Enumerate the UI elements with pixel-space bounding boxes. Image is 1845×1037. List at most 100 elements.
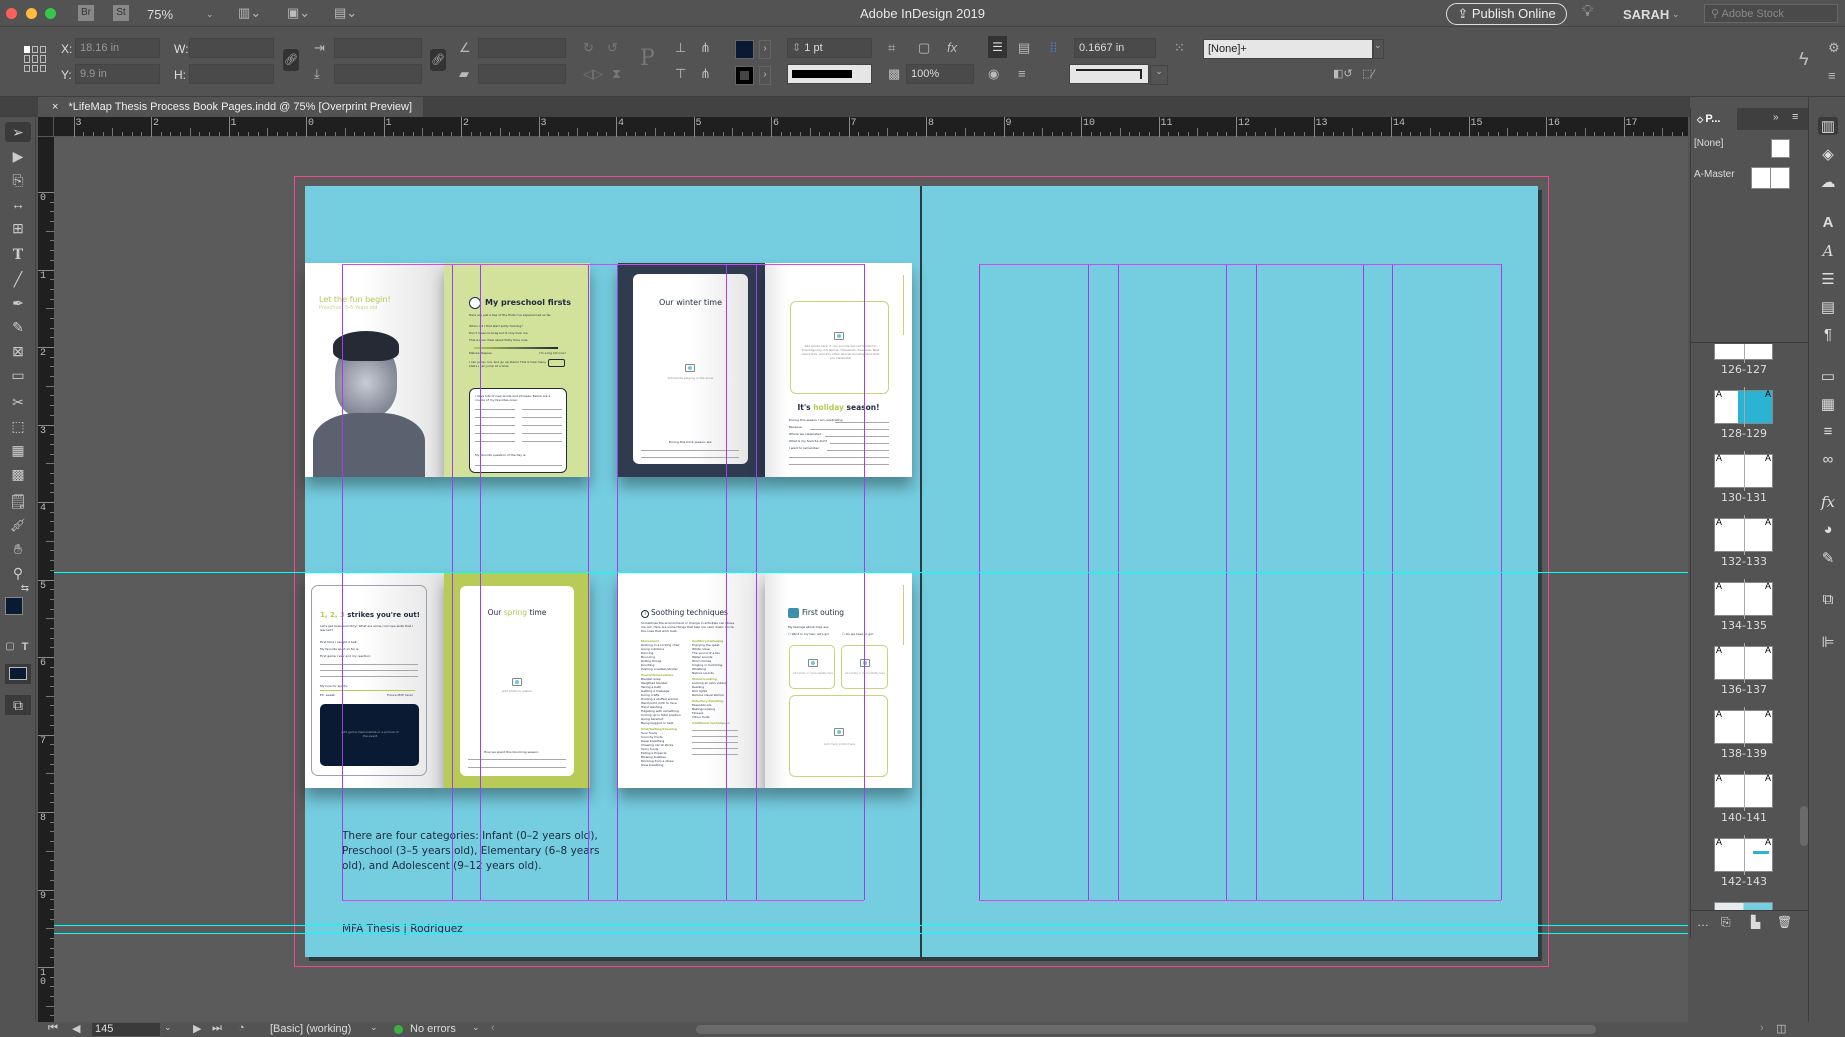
master-a[interactable]: A-Master (1694, 169, 1735, 180)
scale-x-field[interactable] (334, 38, 422, 58)
stroke-weight-field[interactable]: ⇕ 1 pt (787, 38, 872, 58)
page-spread-item[interactable]: A A 130-131 (1691, 451, 1799, 514)
page-size-icon[interactable]: ⎘ (1721, 915, 1731, 930)
eyedropper-tool-icon[interactable]: 💉︎ (5, 515, 31, 535)
align-icon[interactable]: ⊫ (1818, 633, 1838, 651)
panel-menu-icon[interactable]: ≡ (1792, 111, 1798, 123)
formatting-container-icon[interactable]: ▢ (3, 637, 17, 657)
select-previous-icon[interactable]: ⊤ (675, 66, 686, 82)
scroll-left-icon[interactable]: ‹ (491, 1022, 495, 1034)
page-spread-item[interactable]: A A 142-143 (1691, 835, 1799, 898)
apply-color-icon[interactable] (5, 664, 31, 684)
close-window-button[interactable] (6, 8, 17, 19)
pages-panel-icon[interactable]: ▥ (1818, 117, 1838, 135)
stroke-swatch[interactable] (735, 66, 754, 85)
publish-online-button[interactable]: ⇪ Publish Online (1446, 3, 1567, 25)
links-icon[interactable]: ∞ (1818, 451, 1838, 468)
stroke-menu-chevron-icon[interactable]: › (759, 66, 771, 85)
chevron-down-icon[interactable]: ⌄ (1373, 39, 1384, 59)
scale-y-field[interactable] (334, 64, 422, 84)
y-field[interactable]: 9.9 in (75, 64, 160, 84)
quick-apply-lightning-icon[interactable]: ϟ (1799, 50, 1809, 68)
gradient-swatch-tool-icon[interactable]: ▦ (5, 440, 31, 460)
gear-icon[interactable]: ⚙ (1828, 40, 1840, 56)
document-tab[interactable]: × *LifeMap Thesis Process Book Pages.indd… (38, 97, 423, 117)
free-transform-tool-icon[interactable]: ⬚ (5, 416, 31, 436)
text-wrap-jump-icon[interactable]: ◉ (988, 66, 999, 82)
rotation-field[interactable] (478, 38, 566, 58)
drop-shadow-icon[interactable]: ▢ (918, 40, 930, 56)
split-view-icon[interactable]: ◫ (1776, 1022, 1786, 1035)
page-spread-item[interactable]: A A 134-135 (1691, 579, 1799, 642)
bridge-button[interactable]: Br (78, 5, 94, 21)
master-none[interactable]: [None] (1694, 138, 1723, 149)
h-field[interactable] (189, 64, 274, 84)
horizontal-scrollbar[interactable] (696, 1025, 1596, 1034)
adobe-stock-search[interactable]: ⚲ Adobe Stock (1704, 4, 1838, 23)
fill-menu-chevron-icon[interactable]: › (759, 40, 771, 59)
w-field[interactable] (189, 38, 274, 58)
stock-button[interactable]: St (113, 5, 129, 21)
type-tool-icon[interactable]: T (5, 245, 31, 265)
page-spread-item[interactable]: A A 136-137 (1691, 643, 1799, 706)
object-style-dropdown[interactable]: [None]+ (1203, 39, 1373, 59)
close-tab-icon[interactable]: × (52, 101, 58, 113)
body-text-frame[interactable]: There are four categories: Infant (0–2 y… (342, 829, 612, 874)
swap-colors-icon[interactable]: ⇆ (18, 579, 32, 599)
document-canvas[interactable]: Let the fun begin! Preschool 3–5 Years o… (54, 137, 1688, 1022)
chevron-down-icon[interactable]: ⌄ (472, 1022, 480, 1033)
page-spread-item[interactable]: A A 140-141 (1691, 771, 1799, 834)
maximize-window-button[interactable] (45, 8, 56, 19)
pen-tool-icon[interactable]: ✒ (5, 293, 31, 313)
scroll-right-icon[interactable]: › (1760, 1022, 1764, 1034)
panel-menu-icon[interactable]: ≡ (1828, 68, 1836, 84)
ruler-origin[interactable] (38, 117, 54, 137)
clear-overrides-icon[interactable]: ◧↺ (1333, 66, 1353, 82)
rectangle-frame-tool-icon[interactable]: ⊠ (5, 341, 31, 361)
page-spread-item[interactable]: A A 138-139 (1691, 707, 1799, 770)
delete-page-icon[interactable]: 🗑︎ (1777, 915, 1792, 929)
text-wrap-icon[interactable]: ☰ (1818, 270, 1838, 288)
character-icon[interactable]: A (1818, 214, 1838, 231)
arrange-documents-icon[interactable]: ▤⌄ (334, 5, 357, 21)
gradient-feather-tool-icon[interactable]: ▩ (5, 464, 31, 484)
expand-panel-icon[interactable]: » (1773, 112, 1779, 123)
object-styles-icon[interactable]: ✎ (1818, 549, 1838, 567)
master-a-thumbnail[interactable] (1751, 167, 1790, 189)
zoom-level-dropdown[interactable]: 75% (147, 7, 173, 22)
reference-point-grid[interactable] (24, 46, 50, 72)
text-wrap-bounding-icon[interactable]: ☰ (988, 36, 1007, 58)
rotate-ccw-icon[interactable]: ↺ (607, 40, 618, 56)
direct-selection-tool-icon[interactable]: ▶ (5, 146, 31, 166)
pathfinder-icon[interactable]: ⧉ (1818, 591, 1838, 608)
horizontal-ruler[interactable]: 3 2 1 0 1 2 3 4 5 6 7 8 9 10 11 12 13 14 15 16 17 (38, 117, 1693, 137)
scissors-tool-icon[interactable]: ✂ (5, 392, 31, 412)
page-number-field[interactable]: 145 (91, 1022, 161, 1037)
page-tool-icon[interactable]: ⎘ (5, 170, 31, 190)
cc-libraries-icon[interactable]: ☁ (1818, 173, 1838, 191)
layers-icon[interactable]: ◈ (1818, 145, 1838, 163)
minimize-window-button[interactable] (26, 8, 37, 19)
preflight-status[interactable]: No errors (410, 1023, 456, 1035)
user-menu[interactable]: SARAH (1623, 7, 1669, 22)
constrain-proportions-link-icon[interactable]: 🔗︎ (283, 49, 299, 71)
screen-mode-icon[interactable]: ▣⌄ (287, 5, 310, 21)
flip-horizontal-icon[interactable]: ◁▷ (583, 66, 603, 82)
content-collector-tool-icon[interactable]: ⊞ (5, 218, 31, 238)
rotate-cw-icon[interactable]: ↻ (583, 40, 594, 56)
next-page-icon[interactable]: ▶ (193, 1022, 201, 1035)
pages-list[interactable]: 126-127 A A 128-129 A A 130-131 A A 132-133 A A 134-… (1691, 344, 1799, 910)
gap-field[interactable]: 0.1667 in (1074, 38, 1156, 58)
constrain-scale-link-icon[interactable]: 🔗︎ (430, 49, 446, 71)
chevron-down-icon[interactable]: ⌄ (1150, 65, 1168, 85)
gap-tool-icon[interactable]: ↔ (5, 194, 31, 214)
fill-color-swatch[interactable] (5, 597, 23, 615)
stroke-style-preview[interactable] (1069, 64, 1149, 84)
view-options-icon[interactable]: ▥⌄ (238, 5, 261, 21)
select-next-icon[interactable]: ⋔ (700, 66, 711, 82)
more-options-icon[interactable]: … (1697, 915, 1709, 929)
page-spread-item[interactable]: A A 132-133 (1691, 515, 1799, 578)
line-tool-icon[interactable]: ╱ (5, 269, 31, 289)
paragraph-styles-icon[interactable]: ▤ (1818, 298, 1838, 316)
swatches-icon[interactable]: ◕ (1818, 521, 1838, 538)
